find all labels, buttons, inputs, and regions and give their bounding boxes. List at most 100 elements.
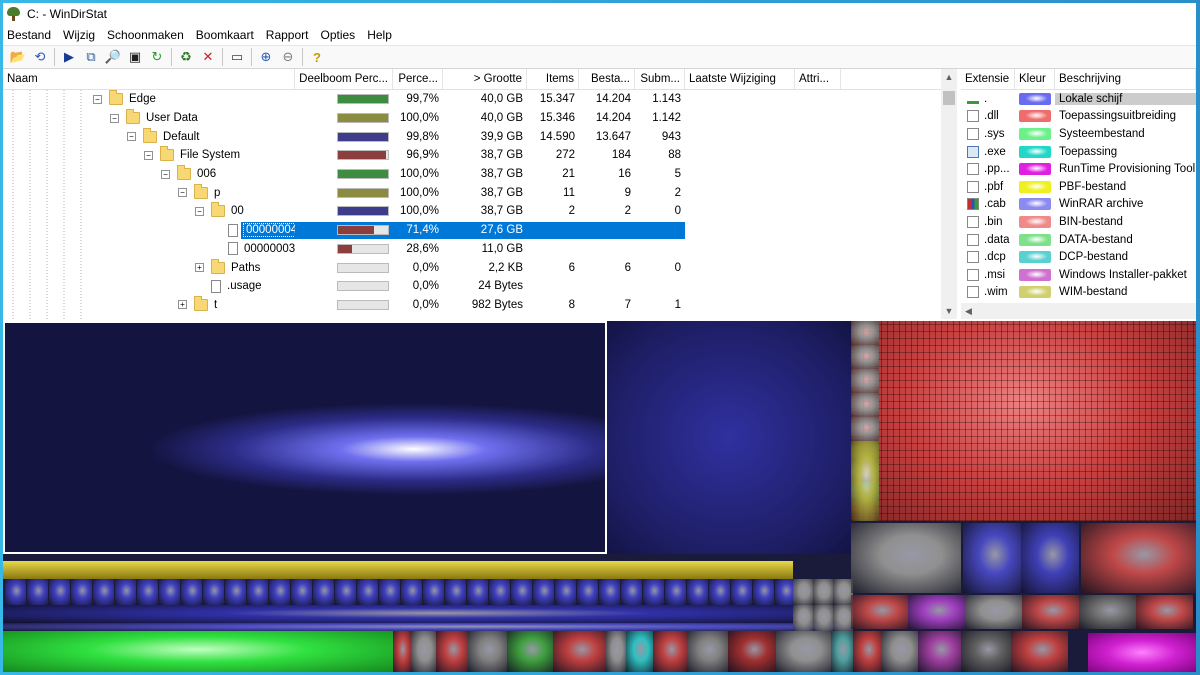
tree-scrollbar[interactable]: ▲ ▼ [941,69,957,319]
tree-name-cell[interactable]: − 00 [3,202,295,221]
table-row[interactable]: − p 100,0% 38,7 GB 11 9 2 [3,183,956,202]
treemap-tile[interactable] [653,631,687,672]
tree-name-cell[interactable]: − 006 [3,165,295,184]
collapse-icon[interactable]: − [195,206,204,216]
tree-name-cell[interactable]: 00000004 [3,221,295,240]
column-header-6[interactable]: Subm... [635,69,685,89]
treemap-tile[interactable] [291,579,312,605]
column-header-4[interactable]: Items [527,69,579,89]
extension-row[interactable]: .pbf PBF-bestand [961,178,1196,196]
treemap-tile[interactable] [643,579,664,605]
zoom-out-icon[interactable]: ⊖ [277,47,299,67]
tree-name-cell[interactable]: − Edge [3,90,295,109]
reload-icon[interactable]: ↻ [146,47,168,67]
treemap-tile[interactable] [882,631,918,672]
treemap-tile[interactable] [468,631,507,672]
table-row[interactable]: − Edge 99,7% 40,0 GB 15.347 14.204 1.143 [3,90,956,109]
treemap-tile[interactable] [833,605,853,631]
treemap-tile[interactable] [851,321,879,345]
collapse-icon[interactable]: − [93,94,102,104]
extension-row[interactable]: .dll Toepassingsuitbreiding [961,108,1196,126]
treemap-tile[interactable] [533,579,554,605]
play-icon[interactable]: ▶ [58,47,80,67]
table-row[interactable]: − Default 99,8% 39,9 GB 14.590 13.647 943 [3,127,956,146]
treemap-tile[interactable] [1088,633,1196,672]
extension-row[interactable]: .dcp DCP-bestand [961,248,1196,266]
recycle-icon[interactable]: ♻ [175,47,197,67]
table-row[interactable]: + Paths 0,0% 2,2 KB 6 6 0 [3,258,956,277]
help-icon[interactable]: ? [306,47,328,67]
treemap-tile[interactable] [423,579,444,605]
treemap-tile[interactable] [963,523,1021,593]
treemap-tile[interactable] [3,561,793,579]
treemap-tile[interactable] [401,579,422,605]
treemap-tile[interactable] [851,441,879,521]
folder-icon[interactable]: ▭ [226,47,248,67]
table-row[interactable]: 00000003 28,6% 11,0 GB [3,240,956,259]
table-row[interactable]: .usage 0,0% 24 Bytes [3,277,956,296]
menu-opties[interactable]: Opties [319,28,362,42]
column-header-3[interactable]: > Grootte [443,69,527,89]
treemap-tile[interactable] [467,579,488,605]
treemap-tile[interactable] [181,579,202,605]
collapse-icon[interactable]: − [127,132,136,142]
treemap[interactable] [3,321,1196,672]
table-row[interactable]: − 006 100,0% 38,7 GB 21 16 5 [3,165,956,184]
column-header-7[interactable]: Laatste Wijziging [685,69,795,89]
column-header-1[interactable]: Deelboom Perc... [295,69,393,89]
treemap-tile[interactable] [115,579,136,605]
treemap-tile[interactable] [489,579,510,605]
extension-row[interactable]: .pp... RunTime Provisioning Tool [961,160,1196,178]
treemap-tile[interactable] [851,523,961,593]
tree-name-cell[interactable]: .usage [3,277,295,296]
treemap-tile[interactable] [577,579,598,605]
treemap-tile[interactable] [1021,523,1079,593]
treemap-tile[interactable] [851,345,879,369]
treemap-tile[interactable] [965,595,1022,629]
treemap-tile[interactable] [1081,523,1196,593]
expand-icon[interactable]: + [195,263,204,273]
extension-row[interactable]: .exe Toepassing [961,143,1196,161]
treemap-tile[interactable] [5,579,26,605]
treemap-tile[interactable] [961,631,1011,672]
treemap-tile[interactable] [3,631,393,672]
treemap-tile[interactable] [137,579,158,605]
treemap-tile[interactable] [357,579,378,605]
table-row[interactable]: 00000004 71,4% 27,6 GB [3,221,956,240]
treemap-tile[interactable] [411,631,436,672]
treemap-tile[interactable] [445,579,466,605]
column-header-8[interactable]: Attri... [795,69,841,89]
treemap-tile[interactable] [851,393,879,417]
treemap-tile[interactable] [606,631,626,672]
treemap-tile[interactable] [436,631,468,672]
column-header-5[interactable]: Besta... [579,69,635,89]
treemap-tile[interactable] [607,321,851,554]
extension-hscrollbar[interactable]: ◀ [961,303,1196,319]
scroll-thumb[interactable] [943,91,955,105]
treemap-tile[interactable] [851,369,879,393]
zoom-in-icon[interactable]: ⊕ [255,47,277,67]
table-row[interactable]: − User Data 100,0% 40,0 GB 15.346 14.204 1.142 [3,109,956,128]
copy-icon[interactable]: ⧉ [80,47,102,67]
treemap-tile[interactable] [665,579,686,605]
treemap-tile[interactable] [313,579,334,605]
column-header-2[interactable]: Perce... [393,69,443,89]
table-row[interactable]: − 00 100,0% 38,7 GB 2 2 0 [3,202,956,221]
extension-row[interactable]: .msi Windows Installer-pakket [961,266,1196,284]
treemap-tile[interactable] [203,579,224,605]
treemap-tile[interactable] [831,631,853,672]
treemap-tile[interactable] [833,579,853,605]
treemap-tile[interactable] [853,631,882,672]
tree-name-cell[interactable]: − File System [3,146,295,165]
treemap-tile[interactable] [813,579,833,605]
table-row[interactable]: − File System 96,9% 38,7 GB 272 184 88 [3,146,956,165]
treemap-tile[interactable] [1022,595,1079,629]
treemap-tile[interactable] [731,579,752,605]
treemap-tile[interactable] [851,595,908,629]
extension-row[interactable]: .bin BIN-bestand [961,213,1196,231]
treemap-tile[interactable] [851,321,1196,521]
treemap-tile[interactable] [511,579,532,605]
treemap-tile[interactable] [507,631,553,672]
treemap-tile[interactable] [687,631,728,672]
cmd-icon[interactable]: ▣ [124,47,146,67]
